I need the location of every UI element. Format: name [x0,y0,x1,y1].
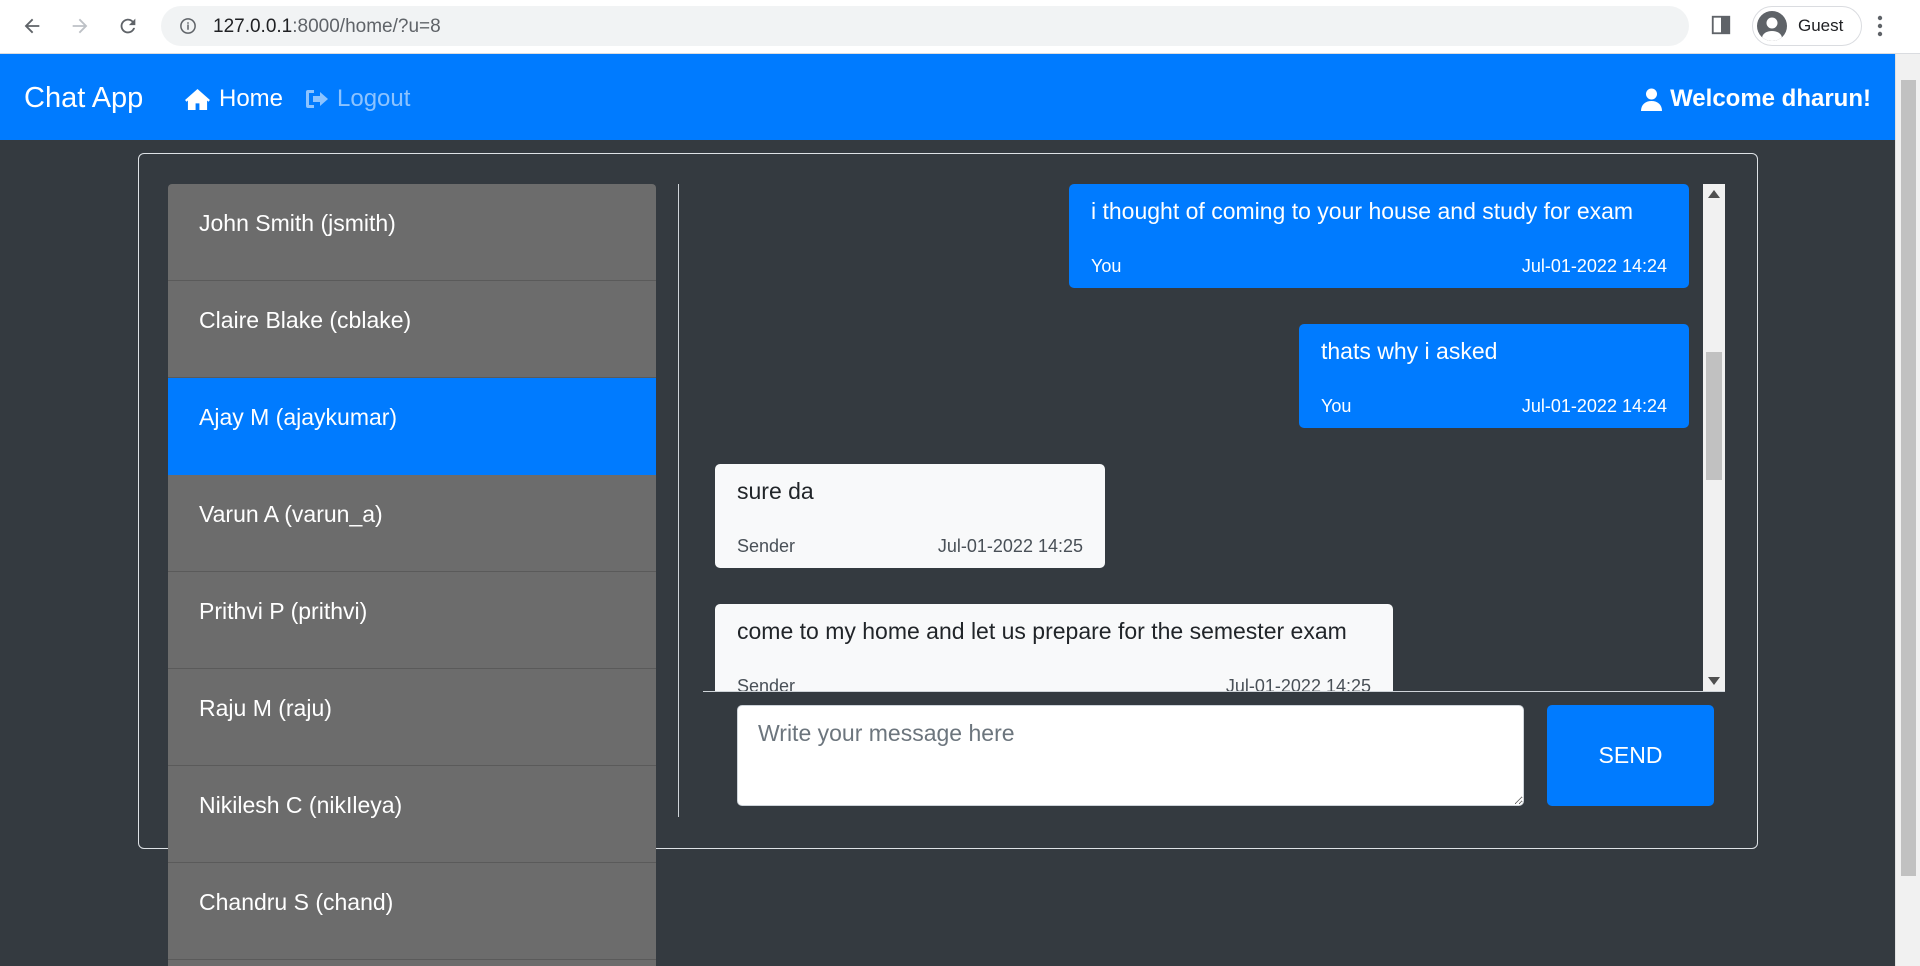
thread-bottom-border [703,691,1725,692]
page-scrollbar[interactable] [1895,54,1920,966]
side-panel-icon[interactable] [1710,14,1732,41]
message-input[interactable] [737,705,1524,806]
nav-logout-label: Logout [337,85,411,112]
url-path: :8000/home/?u=8 [292,16,441,37]
message-meta: Sender Jul-01-2022 14:25 [737,676,1371,691]
message-bubble-sent: i thought of coming to your house and st… [1069,184,1689,288]
message-author: Sender [737,676,796,691]
browser-toolbar: 127.0.0.1:8000/home/?u=8 Guest [0,0,1920,54]
thread-scrollbar[interactable] [1703,184,1725,691]
user-list-item[interactable]: Nikilesh C (nikIleya) [168,766,656,863]
message-text: come to my home and let us prepare for t… [737,618,1347,644]
user-list-item[interactable]: John Smith (jsmith) [168,184,656,281]
message-text: sure da [737,478,814,504]
message-bubble-sent: thats why i asked You Jul-01-2022 14:24 [1299,324,1689,428]
nav-logout-link[interactable]: Logout [305,85,410,113]
app-navbar: Chat App Home Logout Welcome dharun! [0,54,1895,140]
url-text: 127.0.0.1:8000/home/?u=8 [213,16,441,38]
message-meta: You Jul-01-2022 14:24 [1091,256,1667,277]
user-list-item-active[interactable]: Ajay M (ajaykumar) [168,378,656,475]
user-list: John Smith (jsmith) Claire Blake (cblake… [168,184,656,966]
user-icon [1641,88,1663,111]
profile-name: Guest [1798,16,1844,35]
message-bubble-received: come to my home and let us prepare for t… [715,604,1393,691]
message-time: Jul-01-2022 14:24 [1521,256,1667,276]
message-author: You [1091,256,1122,276]
user-list-item[interactable]: Prithvi P (prithvi) [168,572,656,669]
message-time: Jul-01-2022 14:24 [1521,396,1667,416]
user-list-item[interactable]: Raju M (raju) [168,669,656,766]
arrow-right-icon [72,18,88,34]
message-bubble-received: sure da Sender Jul-01-2022 14:25 [715,464,1105,568]
message-author: Sender [737,536,796,556]
forward-button[interactable] [64,10,96,42]
back-button[interactable] [16,10,48,42]
reload-button[interactable] [112,10,144,42]
welcome-text: Welcome dharun! [1670,85,1871,112]
page-scrollbar-thumb[interactable] [1901,80,1916,876]
avatar-icon [1757,11,1787,41]
kebab-menu-icon[interactable] [1876,14,1884,43]
message-text: i thought of coming to your house and st… [1091,198,1634,224]
message-meta: Sender Jul-01-2022 14:25 [737,536,1083,557]
message-meta: You Jul-01-2022 14:24 [1321,396,1667,417]
thread-scrollbar-thumb[interactable] [1706,352,1722,480]
site-info-icon[interactable] [179,17,197,40]
panel-divider [678,184,679,817]
home-icon [185,88,210,110]
reload-icon [120,18,136,34]
message-text: thats why i asked [1321,338,1498,364]
message-author: You [1321,396,1352,416]
url-host: 127.0.0.1 [213,16,293,37]
nav-home-link[interactable]: Home [184,85,283,113]
message-time: Jul-01-2022 14:25 [1225,676,1371,691]
message-thread[interactable]: i thought of coming to your house and st… [703,184,1703,691]
scroll-up-icon[interactable] [1708,190,1720,198]
message-time: Jul-01-2022 14:25 [937,536,1083,556]
scroll-down-icon[interactable] [1708,677,1720,685]
address-bar[interactable]: 127.0.0.1:8000/home/?u=8 [161,6,1689,46]
welcome-user: Welcome dharun! [1641,85,1871,113]
user-list-item[interactable]: Chandru S (chand) [168,863,656,960]
arrow-left-icon [24,18,40,34]
user-list-item[interactable]: Claire Blake (cblake) [168,281,656,378]
sign-out-icon [306,90,328,108]
user-list-item[interactable]: Varun A (varun_a) [168,475,656,572]
profile-button[interactable]: Guest [1752,6,1862,46]
brand-link[interactable]: Chat App [24,82,143,115]
send-button[interactable]: SEND [1547,705,1714,806]
nav-home-label: Home [219,85,284,112]
